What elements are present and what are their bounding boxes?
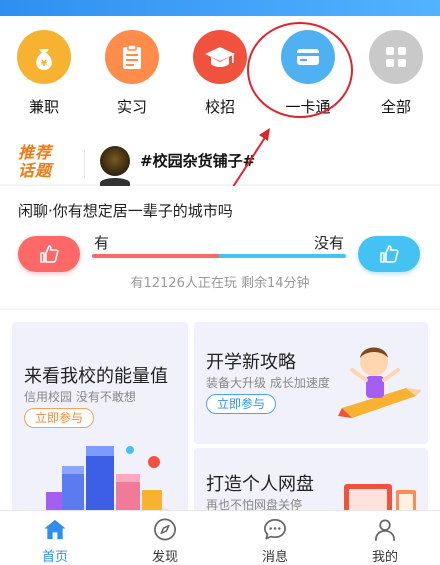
entry-label: 全部 [380,98,411,116]
poll-card: 闲聊·你有想定居一辈子的城市吗 有 没有 有12126人正在玩 剩余14分钟 [0,186,440,308]
new-semester-card[interactable]: 开学新攻略 装备大升级 成长加速度 立即参与 [194,322,428,444]
entry-label: 兼职 [28,98,59,116]
person-icon [375,519,395,541]
badge-line: 推荐 [18,143,53,162]
quick-entry-section: ¥ 兼职 实习 校招 一卡通 全部 推荐 话题 #校园杂货铺子# [0,16,440,188]
personal-drive-card[interactable]: 打造个人网盘 再也不怕网盘关停 [194,448,428,518]
card-subtitle: 装备大升级 成长加速度 [206,376,330,390]
money-bag-icon: ¥ [17,30,71,84]
tab-label: 消息 [261,550,288,565]
tab-label: 我的 [371,550,398,565]
card-title: 来看我校的能量值 [24,366,168,387]
topic-title[interactable]: #校园杂货铺子# [140,150,255,171]
status-bar-gradient [0,0,440,16]
card-subtitle: 信用校园 没有不敢想 [24,390,136,404]
tab-me[interactable]: 我的 [330,511,440,565]
card-title: 开学新攻略 [206,352,296,373]
tab-label: 首页 [41,550,68,565]
join-now-button[interactable]: 立即参与 [24,408,95,428]
tab-label: 发现 [151,550,178,565]
recommended-topic-badge: 推荐 话题 [18,144,74,184]
recommended-topic-row[interactable]: 推荐 话题 #校园杂货铺子# [0,140,440,188]
vote-no-button[interactable] [358,236,420,272]
tab-messages[interactable]: 消息 [220,511,330,565]
chat-icon [264,519,286,540]
city-illustration [38,446,176,512]
kid-on-pencil-illustration [338,347,422,418]
graduation-cap-icon [193,30,247,84]
thumbs-up-icon [40,245,59,263]
poll-progress-bar [92,254,346,258]
tab-discover[interactable]: 发现 [110,511,220,565]
poll-question[interactable]: 闲聊·你有想定居一辈子的城市吗 [18,200,233,221]
promo-cards: 来看我校的能量值 信用校园 没有不敢想 立即参与 开学新攻略 装备大升级 成长加… [0,310,440,518]
join-now-button[interactable]: 立即参与 [206,394,277,414]
card-title: 打造个人网盘 [206,474,314,495]
grid-icon [369,30,423,84]
bottom-tab-bar: 首页 发现 消息 我的 [0,510,440,565]
entry-internship[interactable]: 实习 [88,30,176,117]
entry-part-time[interactable]: ¥ 兼职 [0,30,88,117]
clipboard-icon [105,30,159,84]
svg-text:¥: ¥ [41,59,48,69]
badge-line: 话题 [18,161,53,180]
energy-card[interactable]: 来看我校的能量值 信用校园 没有不敢想 立即参与 [12,322,188,512]
entry-label: 校招 [204,98,235,116]
quick-entry-row: ¥ 兼职 实习 校招 一卡通 全部 [0,30,440,117]
topic-avatar [100,146,130,176]
poll-progress-fill [92,254,219,258]
home-icon [44,519,66,540]
poll-stats: 有12126人正在玩 剩余14分钟 [130,276,310,291]
annotation-circle [247,22,353,118]
tab-home[interactable]: 首页 [0,511,110,565]
divider [84,150,85,178]
thumbs-up-icon [380,245,399,263]
no-label: 没有 [313,234,344,252]
entry-label: 实习 [116,98,147,116]
compass-icon [154,518,176,541]
entry-all[interactable]: 全部 [352,30,440,117]
vote-yes-button[interactable] [18,236,80,272]
yes-label: 有 [94,234,110,252]
